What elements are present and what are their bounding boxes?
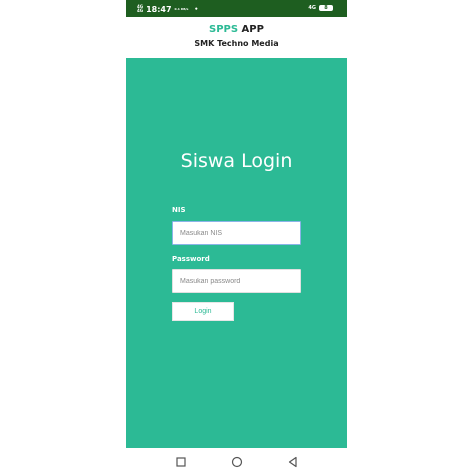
network-type: 4G	[308, 5, 316, 11]
password-input[interactable]	[172, 269, 301, 293]
app-header: SPPS APP SMK Techno Media	[126, 17, 347, 57]
clock: 18:47	[146, 4, 172, 14]
login-panel: Siswa Login NIS Password Login	[126, 58, 347, 448]
status-left: 4G 4G 18:47 0.1 KB/s •	[137, 4, 198, 14]
login-title: Siswa Login	[180, 150, 293, 172]
password-label: Password	[172, 255, 210, 263]
notification-dot: •	[194, 5, 199, 13]
status-bar: 4G 4G 18:47 0.1 KB/s • 4G 8	[126, 0, 347, 17]
nav-bar	[126, 448, 347, 474]
nis-label: NIS	[172, 206, 186, 214]
net-speed: 0.1 KB/s	[174, 6, 189, 11]
app-subtitle: SMK Techno Media	[194, 39, 279, 48]
home-icon[interactable]	[230, 455, 244, 469]
battery-icon: 8	[319, 5, 333, 11]
back-icon[interactable]	[286, 455, 300, 469]
phone-screen: 4G 4G 18:47 0.1 KB/s • 4G 8 SPPS APP SMK…	[126, 0, 347, 474]
status-right: 4G 8	[308, 5, 333, 11]
app-title: SPPS APP	[126, 24, 347, 35]
login-button[interactable]: Login	[172, 302, 234, 321]
signal-2: 4G	[137, 8, 144, 13]
app-title-accent: SPPS	[209, 24, 239, 35]
recent-apps-icon[interactable]	[174, 455, 188, 469]
app-title-rest: APP	[238, 24, 264, 35]
signal-indicators: 4G 4G	[137, 5, 143, 13]
nis-input[interactable]	[172, 221, 301, 245]
